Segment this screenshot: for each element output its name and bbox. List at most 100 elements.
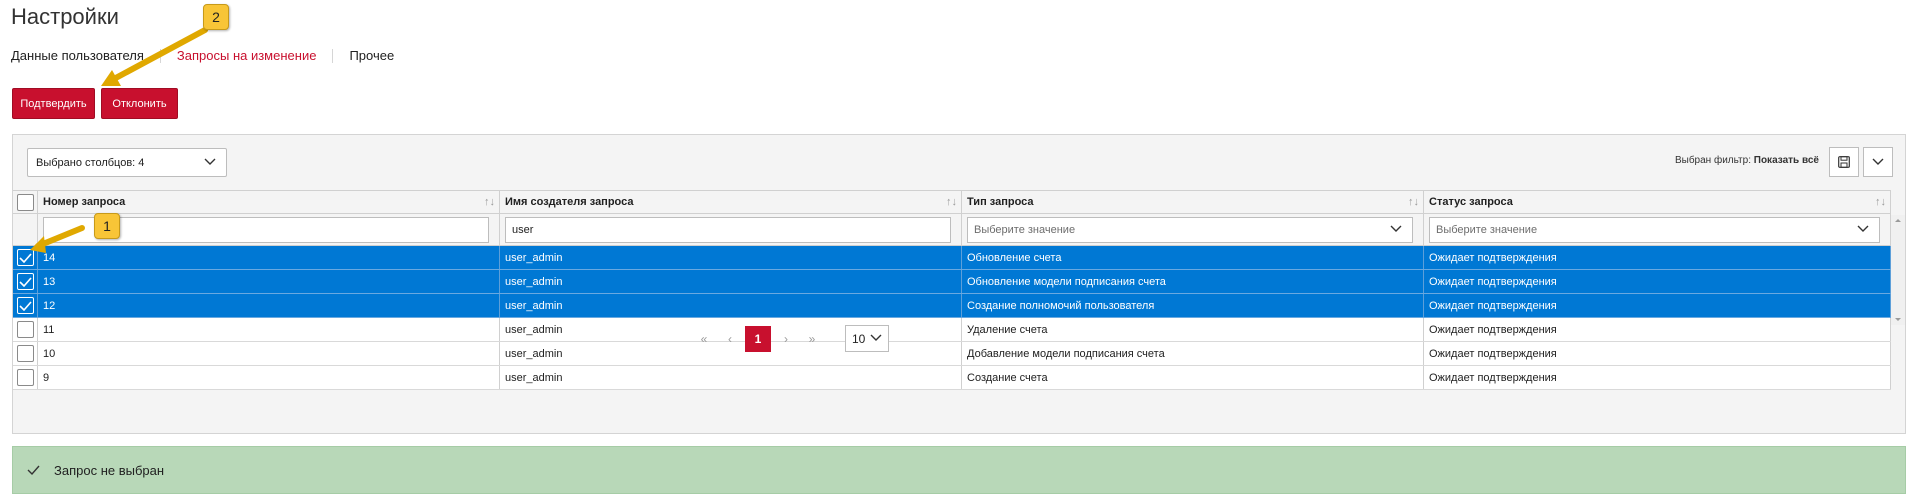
cell-number: 13 (38, 270, 500, 293)
confirm-button[interactable]: Подтвердить (12, 88, 95, 119)
page-title: Настройки (11, 4, 119, 29)
scroll-up-icon[interactable] (1891, 215, 1905, 225)
row-select-cell (13, 294, 38, 317)
sort-icon[interactable]: ↑↓ (1408, 196, 1419, 208)
status-message-bar: Запрос не выбран (12, 446, 1906, 494)
cell-type: Добавление модели подписания счета (962, 342, 1424, 365)
sort-icon[interactable]: ↑↓ (946, 196, 957, 208)
chevron-down-icon (870, 334, 882, 341)
filter-row: user Выберите значение Выберите значение (13, 214, 1891, 246)
cell-type: Создание полномочий пользователя (962, 294, 1424, 317)
last-page-button[interactable]: » (799, 326, 825, 352)
chevron-down-icon (1390, 225, 1402, 232)
cell-status: Ожидает подтверждения (1424, 366, 1891, 389)
table-row[interactable]: 14 user_admin Обновление счета Ожидает подт… (13, 246, 1891, 270)
cell-number: 12 (38, 294, 500, 317)
table-row[interactable]: 10 user_admin Добавление модели подписания… (13, 342, 1891, 366)
table-row[interactable]: 12 user_admin Создание полномочий пользова… (13, 294, 1891, 318)
filter-cell: Выберите значение (962, 214, 1424, 245)
cell-creator: user_admin (500, 270, 962, 293)
cell-number: 9 (38, 366, 500, 389)
cell-type: Обновление модели подписания счета (962, 270, 1424, 293)
table-scrollbar[interactable] (1891, 215, 1905, 325)
reject-button[interactable]: Отклонить (101, 88, 178, 119)
row-checkbox[interactable] (16, 321, 34, 338)
next-page-button[interactable]: › (773, 326, 799, 352)
grid-panel: Выбрано столбцов: 4 Выбран фильтр: Показ… (12, 134, 1906, 434)
row-checkbox[interactable] (16, 297, 34, 314)
cell-status: Ожидает подтверждения (1424, 294, 1891, 317)
check-icon (18, 252, 32, 263)
chevron-down-icon (204, 158, 216, 165)
active-filter-text: Выбран фильтр: Показать всё (1675, 155, 1819, 166)
save-icon (1838, 156, 1850, 168)
tab-divider (159, 48, 161, 63)
column-header-creator[interactable]: Имя создателя запроса ↑↓ (500, 191, 962, 213)
column-header-type[interactable]: Тип запроса ↑↓ (962, 191, 1424, 213)
tab-user-data[interactable]: Данные пользователя (11, 48, 160, 63)
tabs-bar: Данные пользователя Запросы на изменение… (11, 48, 410, 63)
cell-type: Обновление счета (962, 246, 1424, 269)
annotation-badge-1: 1 (94, 213, 120, 239)
filter-menu-button[interactable] (1863, 147, 1893, 177)
table-header: Номер запроса ↑↓ Имя создателя запроса ↑↓ … (13, 190, 1891, 214)
cell-number: 14 (38, 246, 500, 269)
cell-number: 10 (38, 342, 500, 365)
cell-creator: user_admin (500, 246, 962, 269)
chevron-down-icon (1872, 158, 1884, 165)
column-header-number[interactable]: Номер запроса ↑↓ (38, 191, 500, 213)
cell-status: Ожидает подтверждения (1424, 246, 1891, 269)
column-selector-label: Выбрано столбцов: 4 (36, 156, 145, 169)
cell-creator: user_admin (500, 366, 962, 389)
row-select-cell (13, 366, 38, 389)
select-all-checkbox[interactable] (16, 193, 34, 211)
creator-filter-input[interactable]: user (505, 216, 951, 243)
row-select-cell (13, 246, 38, 269)
status-filter-select[interactable]: Выберите значение (1429, 216, 1880, 243)
cell-creator: user_admin (500, 294, 962, 317)
row-select-cell (13, 342, 38, 365)
check-icon (27, 465, 40, 475)
cell-type: Удаление счета (962, 318, 1424, 341)
type-filter-select[interactable]: Выберите значение (967, 216, 1413, 243)
row-checkbox[interactable] (16, 249, 34, 266)
filter-value: Показать всё (1753, 155, 1819, 166)
cell-status: Ожидает подтверждения (1424, 318, 1891, 341)
page-size-select[interactable]: 10 (845, 325, 889, 352)
sort-icon[interactable]: ↑↓ (484, 196, 495, 208)
annotation-badge-2: 2 (203, 4, 229, 30)
filter-cell: Выберите значение (1424, 214, 1891, 245)
row-select-cell (13, 270, 38, 293)
cell-type: Создание счета (962, 366, 1424, 389)
tab-divider (332, 48, 334, 63)
table-row[interactable]: 11 user_admin Удаление счета Ожидает подтве… (13, 318, 1891, 342)
table-row[interactable]: 13 user_admin Обновление модели подписания… (13, 270, 1891, 294)
tab-change-requests[interactable]: Запросы на изменение (177, 48, 333, 63)
table-row[interactable]: 9 user_admin Создание счета Ожидает подтвер… (13, 366, 1891, 390)
column-selector-dropdown[interactable]: Выбрано столбцов: 4 (27, 148, 227, 177)
select-all-cell (13, 191, 38, 213)
current-page-button[interactable]: 1 (745, 325, 771, 352)
row-checkbox[interactable] (16, 273, 34, 290)
filter-cell: user (500, 214, 962, 245)
prev-page-button[interactable]: ‹ (717, 326, 743, 352)
status-message: Запрос не выбран (54, 462, 165, 478)
pagination: « ‹ 1 › » 10 (691, 325, 889, 352)
cell-number: 11 (38, 318, 500, 341)
save-filter-button[interactable] (1829, 147, 1859, 177)
tab-other[interactable]: Прочее (349, 48, 410, 63)
check-icon (18, 300, 32, 311)
row-checkbox[interactable] (16, 369, 34, 386)
row-select-cell (13, 318, 38, 341)
row-checkbox[interactable] (16, 345, 34, 362)
cell-status: Ожидает подтверждения (1424, 270, 1891, 293)
filter-spacer (13, 214, 38, 245)
sort-icon[interactable]: ↑↓ (1875, 196, 1886, 208)
filter-prefix: Выбран фильтр: (1674, 155, 1751, 166)
scroll-down-icon[interactable] (1891, 315, 1905, 325)
check-icon (18, 276, 32, 287)
first-page-button[interactable]: « (691, 326, 717, 352)
cell-status: Ожидает подтверждения (1424, 342, 1891, 365)
column-header-status[interactable]: Статус запроса ↑↓ (1424, 191, 1891, 213)
chevron-down-icon (1857, 225, 1869, 232)
